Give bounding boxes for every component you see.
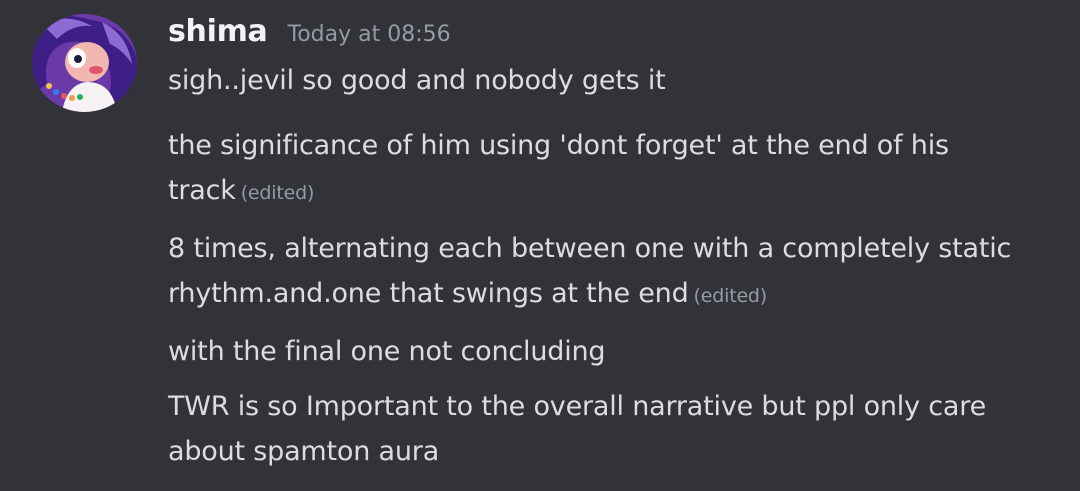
timestamp[interactable]: Today at 08:56: [288, 22, 451, 47]
avatar-image: [32, 14, 137, 112]
message-5: TWR is so Important to the overall narra…: [168, 384, 1058, 474]
message-1: sigh..jevil so good and nobody gets it: [168, 58, 1058, 103]
message-text: 8 times, alternating each between one wi…: [168, 233, 1012, 309]
username[interactable]: shima: [168, 14, 268, 49]
message-2: the significance of him using 'dont forg…: [168, 123, 1058, 216]
edited-indicator: (edited): [693, 285, 768, 307]
message-group: shima Today at 08:56 sigh..jevil so good…: [168, 14, 1058, 474]
message-4: with the final one not concluding: [168, 329, 1058, 374]
user-avatar[interactable]: [32, 14, 137, 112]
message-text: sigh..jevil so good and nobody gets it: [168, 65, 666, 96]
message-text: with the final one not concluding: [168, 336, 606, 367]
message-3: 8 times, alternating each between one wi…: [168, 226, 1058, 319]
edited-indicator: (edited): [240, 182, 315, 204]
message-header: shima Today at 08:56: [168, 14, 1058, 58]
message-text: TWR is so Important to the overall narra…: [168, 391, 986, 467]
